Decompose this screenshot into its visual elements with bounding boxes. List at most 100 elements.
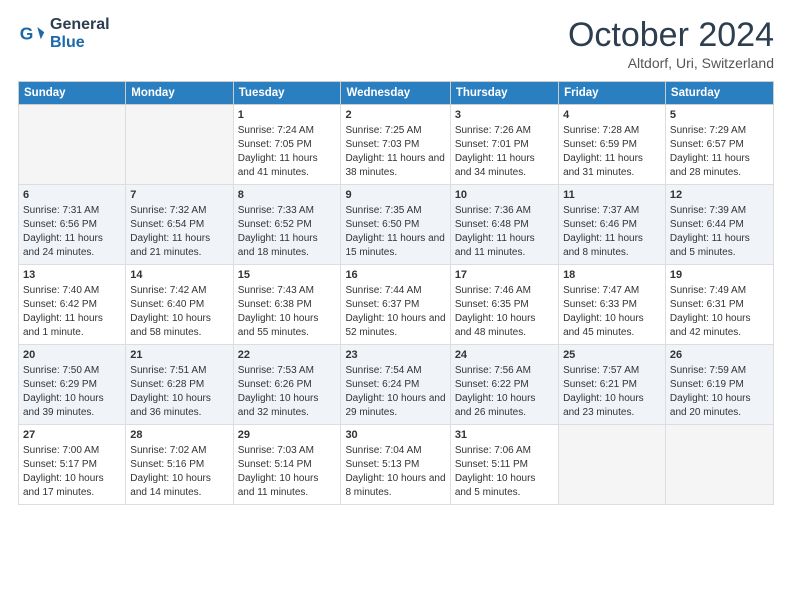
day-number: 15 [238,268,337,283]
calendar-cell: 2Sunrise: 7:25 AM Sunset: 7:03 PM Daylig… [341,105,450,185]
calendar-cell: 17Sunrise: 7:46 AM Sunset: 6:35 PM Dayli… [450,265,558,345]
weekday-header-saturday: Saturday [665,82,773,105]
day-number: 22 [238,348,337,363]
day-info: Sunrise: 7:37 AM Sunset: 6:46 PM Dayligh… [563,204,661,260]
day-info: Sunrise: 7:51 AM Sunset: 6:28 PM Dayligh… [130,364,228,420]
calendar-cell: 29Sunrise: 7:03 AM Sunset: 5:14 PM Dayli… [233,425,341,505]
calendar-cell: 23Sunrise: 7:54 AM Sunset: 6:24 PM Dayli… [341,345,450,425]
calendar-cell: 25Sunrise: 7:57 AM Sunset: 6:21 PM Dayli… [559,345,666,425]
calendar-cell: 9Sunrise: 7:35 AM Sunset: 6:50 PM Daylig… [341,185,450,265]
calendar-cell: 20Sunrise: 7:50 AM Sunset: 6:29 PM Dayli… [19,345,126,425]
day-info: Sunrise: 7:40 AM Sunset: 6:42 PM Dayligh… [23,284,121,340]
location: Altdorf, Uri, Switzerland [568,55,774,71]
calendar-cell: 5Sunrise: 7:29 AM Sunset: 6:57 PM Daylig… [665,105,773,185]
calendar-cell: 10Sunrise: 7:36 AM Sunset: 6:48 PM Dayli… [450,185,558,265]
day-number: 6 [23,188,121,203]
day-number: 27 [23,428,121,443]
calendar-cell: 30Sunrise: 7:04 AM Sunset: 5:13 PM Dayli… [341,425,450,505]
weekday-header-row: SundayMondayTuesdayWednesdayThursdayFrid… [19,82,774,105]
day-info: Sunrise: 7:29 AM Sunset: 6:57 PM Dayligh… [670,124,769,180]
calendar-row: 27Sunrise: 7:00 AM Sunset: 5:17 PM Dayli… [19,425,774,505]
day-info: Sunrise: 7:28 AM Sunset: 6:59 PM Dayligh… [563,124,661,180]
day-number: 13 [23,268,121,283]
day-number: 12 [670,188,769,203]
calendar-cell: 27Sunrise: 7:00 AM Sunset: 5:17 PM Dayli… [19,425,126,505]
calendar-row: 20Sunrise: 7:50 AM Sunset: 6:29 PM Dayli… [19,345,774,425]
day-number: 20 [23,348,121,363]
calendar-cell: 19Sunrise: 7:49 AM Sunset: 6:31 PM Dayli… [665,265,773,345]
calendar-cell: 28Sunrise: 7:02 AM Sunset: 5:16 PM Dayli… [126,425,233,505]
day-number: 7 [130,188,228,203]
calendar-cell: 11Sunrise: 7:37 AM Sunset: 6:46 PM Dayli… [559,185,666,265]
calendar-cell: 22Sunrise: 7:53 AM Sunset: 6:26 PM Dayli… [233,345,341,425]
day-number: 5 [670,108,769,123]
day-info: Sunrise: 7:42 AM Sunset: 6:40 PM Dayligh… [130,284,228,340]
day-number: 2 [345,108,445,123]
day-number: 26 [670,348,769,363]
day-info: Sunrise: 7:46 AM Sunset: 6:35 PM Dayligh… [455,284,554,340]
day-number: 30 [345,428,445,443]
calendar-cell: 12Sunrise: 7:39 AM Sunset: 6:44 PM Dayli… [665,185,773,265]
day-number: 3 [455,108,554,123]
day-info: Sunrise: 7:44 AM Sunset: 6:37 PM Dayligh… [345,284,445,340]
day-number: 29 [238,428,337,443]
day-info: Sunrise: 7:03 AM Sunset: 5:14 PM Dayligh… [238,444,337,500]
page-header: G General Blue October 2024 Altdorf, Uri… [18,16,774,71]
calendar-cell: 3Sunrise: 7:26 AM Sunset: 7:01 PM Daylig… [450,105,558,185]
day-info: Sunrise: 7:57 AM Sunset: 6:21 PM Dayligh… [563,364,661,420]
weekday-header-monday: Monday [126,82,233,105]
day-number: 31 [455,428,554,443]
day-info: Sunrise: 7:39 AM Sunset: 6:44 PM Dayligh… [670,204,769,260]
calendar-cell: 7Sunrise: 7:32 AM Sunset: 6:54 PM Daylig… [126,185,233,265]
day-info: Sunrise: 7:00 AM Sunset: 5:17 PM Dayligh… [23,444,121,500]
svg-text:G: G [20,23,34,43]
logo-line1: General [50,16,110,34]
calendar-cell: 24Sunrise: 7:56 AM Sunset: 6:22 PM Dayli… [450,345,558,425]
title-block: October 2024 Altdorf, Uri, Switzerland [568,16,774,71]
day-number: 25 [563,348,661,363]
day-info: Sunrise: 7:54 AM Sunset: 6:24 PM Dayligh… [345,364,445,420]
day-info: Sunrise: 7:02 AM Sunset: 5:16 PM Dayligh… [130,444,228,500]
day-number: 17 [455,268,554,283]
calendar-cell [559,425,666,505]
calendar-cell: 31Sunrise: 7:06 AM Sunset: 5:11 PM Dayli… [450,425,558,505]
day-number: 10 [455,188,554,203]
weekday-header-thursday: Thursday [450,82,558,105]
day-number: 1 [238,108,337,123]
day-info: Sunrise: 7:36 AM Sunset: 6:48 PM Dayligh… [455,204,554,260]
weekday-header-wednesday: Wednesday [341,82,450,105]
calendar-cell: 18Sunrise: 7:47 AM Sunset: 6:33 PM Dayli… [559,265,666,345]
day-info: Sunrise: 7:25 AM Sunset: 7:03 PM Dayligh… [345,124,445,180]
day-info: Sunrise: 7:49 AM Sunset: 6:31 PM Dayligh… [670,284,769,340]
day-info: Sunrise: 7:06 AM Sunset: 5:11 PM Dayligh… [455,444,554,500]
calendar-cell: 1Sunrise: 7:24 AM Sunset: 7:05 PM Daylig… [233,105,341,185]
weekday-header-friday: Friday [559,82,666,105]
day-number: 11 [563,188,661,203]
day-number: 9 [345,188,445,203]
day-number: 4 [563,108,661,123]
calendar-cell: 15Sunrise: 7:43 AM Sunset: 6:38 PM Dayli… [233,265,341,345]
calendar-cell: 16Sunrise: 7:44 AM Sunset: 6:37 PM Dayli… [341,265,450,345]
day-number: 14 [130,268,228,283]
day-info: Sunrise: 7:26 AM Sunset: 7:01 PM Dayligh… [455,124,554,180]
day-info: Sunrise: 7:24 AM Sunset: 7:05 PM Dayligh… [238,124,337,180]
day-info: Sunrise: 7:04 AM Sunset: 5:13 PM Dayligh… [345,444,445,500]
day-info: Sunrise: 7:50 AM Sunset: 6:29 PM Dayligh… [23,364,121,420]
logo-line2: Blue [50,34,110,52]
calendar-cell: 6Sunrise: 7:31 AM Sunset: 6:56 PM Daylig… [19,185,126,265]
calendar-cell: 13Sunrise: 7:40 AM Sunset: 6:42 PM Dayli… [19,265,126,345]
day-number: 28 [130,428,228,443]
weekday-header-sunday: Sunday [19,82,126,105]
day-info: Sunrise: 7:43 AM Sunset: 6:38 PM Dayligh… [238,284,337,340]
month-title: October 2024 [568,16,774,55]
day-info: Sunrise: 7:56 AM Sunset: 6:22 PM Dayligh… [455,364,554,420]
day-number: 8 [238,188,337,203]
calendar-row: 6Sunrise: 7:31 AM Sunset: 6:56 PM Daylig… [19,185,774,265]
calendar-table: SundayMondayTuesdayWednesdayThursdayFrid… [18,81,774,505]
calendar-cell: 4Sunrise: 7:28 AM Sunset: 6:59 PM Daylig… [559,105,666,185]
calendar-cell [19,105,126,185]
weekday-header-tuesday: Tuesday [233,82,341,105]
calendar-row: 1Sunrise: 7:24 AM Sunset: 7:05 PM Daylig… [19,105,774,185]
day-info: Sunrise: 7:59 AM Sunset: 6:19 PM Dayligh… [670,364,769,420]
calendar-cell: 26Sunrise: 7:59 AM Sunset: 6:19 PM Dayli… [665,345,773,425]
